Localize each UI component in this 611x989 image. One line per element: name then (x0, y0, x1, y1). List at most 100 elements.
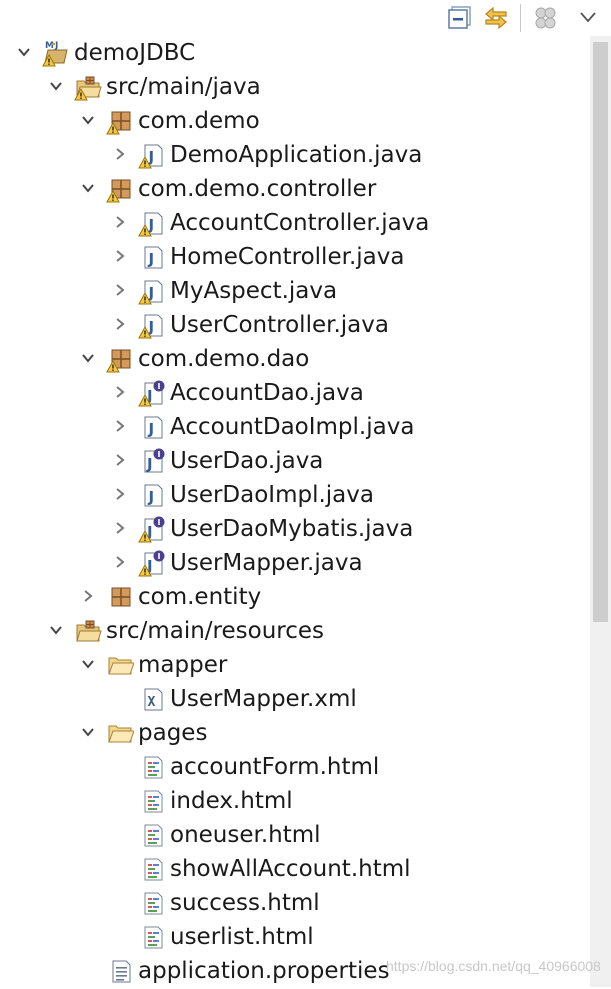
chevron-right-icon[interactable] (112, 554, 128, 570)
svg-text:J: J (148, 420, 155, 438)
tree-item-demoapplication-java[interactable]: J DemoApplication.java (0, 138, 590, 172)
chevron-right-icon[interactable] (112, 452, 128, 468)
svg-text:I: I (158, 450, 161, 459)
tree-item-com-demo[interactable]: com.demo (0, 104, 590, 138)
tree-item-com-demo-controller[interactable]: com.demo.controller (0, 172, 590, 206)
tree-item-label: com.demo.controller (138, 176, 377, 202)
tree-item-accountdaoimpl-java[interactable]: J AccountDaoImpl.java (0, 410, 590, 444)
view-menu-icon[interactable] (574, 4, 602, 32)
tree-item-label: src/main/java (106, 74, 261, 100)
html-icon (138, 889, 166, 917)
tree-item-label: com.demo (138, 108, 260, 134)
tree-item-usermapper-java[interactable]: J I UserMapper.java (0, 546, 590, 580)
chevron-down-icon[interactable] (80, 112, 96, 128)
tree-item-userdaoimpl-java[interactable]: J UserDaoImpl.java (0, 478, 590, 512)
project-icon: MJ (42, 39, 70, 67)
svg-text:J: J (146, 455, 153, 473)
scrollbar-thumb[interactable] (593, 42, 608, 622)
chevron-right-icon[interactable] (112, 384, 128, 400)
tree-item-label: application.properties (138, 958, 390, 984)
tree-item-userdaomybatis-java[interactable]: J I UserDaoMybatis.java (0, 512, 590, 546)
tree-item-demojdbc[interactable]: M JdemoJDBC (0, 36, 590, 70)
source-folder-icon (74, 73, 102, 101)
tree-item-userlist-html[interactable]: userlist.html (0, 920, 590, 954)
collapse-all-icon[interactable] (446, 4, 474, 32)
vertical-scrollbar[interactable] (590, 36, 611, 987)
tree-item-label: UserDaoMybatis.java (170, 516, 414, 542)
chevron-down-icon[interactable] (80, 350, 96, 366)
package-icon (106, 583, 134, 611)
folder-icon (106, 719, 135, 747)
tree-item-label: com.demo.dao (138, 346, 310, 372)
java-interface-icon: JI (138, 379, 166, 407)
tree-item-label: HomeController.java (170, 244, 405, 270)
chevron-right-icon[interactable] (112, 214, 128, 230)
tree-item-com-entity[interactable]: com.entity (0, 580, 590, 614)
source-folder-icon (74, 617, 102, 645)
chevron-right-icon[interactable] (112, 520, 128, 536)
tree-item-label: DemoApplication.java (170, 142, 423, 168)
tree-item-pages[interactable]: pages (0, 716, 590, 750)
chevron-right-icon[interactable] (80, 588, 96, 604)
focus-active-task-icon[interactable] (532, 4, 560, 32)
tree-item-accountform-html[interactable]: accountForm.html (0, 750, 590, 784)
tree-item-label: showAllAccount.html (170, 856, 411, 882)
svg-text:J: J (148, 488, 155, 506)
chevron-down-icon[interactable] (48, 622, 64, 638)
html-icon (138, 923, 166, 951)
java-interface-icon: JI (138, 515, 166, 543)
package-icon (106, 175, 134, 203)
svg-text:J: J (148, 250, 155, 268)
tree-item-label: accountForm.html (170, 754, 380, 780)
package-icon (106, 345, 134, 373)
chevron-down-icon[interactable] (80, 724, 96, 740)
java-icon: J (138, 243, 166, 271)
svg-text:I: I (158, 518, 161, 527)
tree-item-userdao-java[interactable]: J I UserDao.java (0, 444, 590, 478)
java-icon: J (138, 481, 166, 509)
java-icon: J (138, 413, 166, 441)
tree-item-usermapper-xml[interactable]: X UserMapper.xml (0, 682, 590, 716)
svg-text:J: J (54, 41, 58, 51)
tree-item-homecontroller-java[interactable]: J HomeController.java (0, 240, 590, 274)
tree-item-oneuser-html[interactable]: oneuser.html (0, 818, 590, 852)
tree-item-label: UserDaoImpl.java (170, 482, 374, 508)
java-icon: J (138, 311, 166, 339)
tree-item-label: com.entity (138, 584, 262, 610)
chevron-down-icon[interactable] (80, 180, 96, 196)
tree-item-src-main-resources[interactable]: src/main/resources (0, 614, 590, 648)
tree-item-usercontroller-java[interactable]: J UserController.java (0, 308, 590, 342)
chevron-down-icon[interactable] (16, 44, 32, 60)
tree-item-src-main-java[interactable]: src/main/java (0, 70, 590, 104)
html-icon (138, 787, 166, 815)
chevron-down-icon[interactable] (48, 78, 64, 94)
link-with-editor-icon[interactable] (482, 4, 510, 32)
chevron-right-icon[interactable] (112, 486, 128, 502)
tree-item-com-demo-dao[interactable]: com.demo.dao (0, 342, 590, 376)
tree-item-label: oneuser.html (170, 822, 321, 848)
svg-text:I: I (158, 552, 161, 561)
tree-item-label: AccountDao.java (170, 380, 364, 406)
tree-item-success-html[interactable]: success.html (0, 886, 590, 920)
java-icon: J (138, 277, 166, 305)
html-icon (138, 753, 166, 781)
tree-item-mapper[interactable]: mapper (0, 648, 590, 682)
chevron-down-icon[interactable] (80, 656, 96, 672)
java-icon: J (138, 209, 166, 237)
tree-item-label: MyAspect.java (170, 278, 338, 304)
view-toolbar (0, 0, 611, 36)
tree-item-myaspect-java[interactable]: J MyAspect.java (0, 274, 590, 308)
chevron-right-icon[interactable] (112, 316, 128, 332)
tree-item-label: UserMapper.java (170, 550, 363, 576)
tree-item-label: mapper (138, 652, 228, 678)
chevron-right-icon[interactable] (112, 146, 128, 162)
java-interface-icon: JI (138, 447, 166, 475)
xml-icon: X (138, 685, 166, 713)
tree-item-showallaccount-html[interactable]: showAllAccount.html (0, 852, 590, 886)
tree-item-index-html[interactable]: index.html (0, 784, 590, 818)
tree-item-accountcontroller-java[interactable]: J AccountController.java (0, 206, 590, 240)
chevron-right-icon[interactable] (112, 418, 128, 434)
chevron-right-icon[interactable] (112, 248, 128, 264)
tree-item-accountdao-java[interactable]: J I AccountDao.java (0, 376, 590, 410)
chevron-right-icon[interactable] (112, 282, 128, 298)
